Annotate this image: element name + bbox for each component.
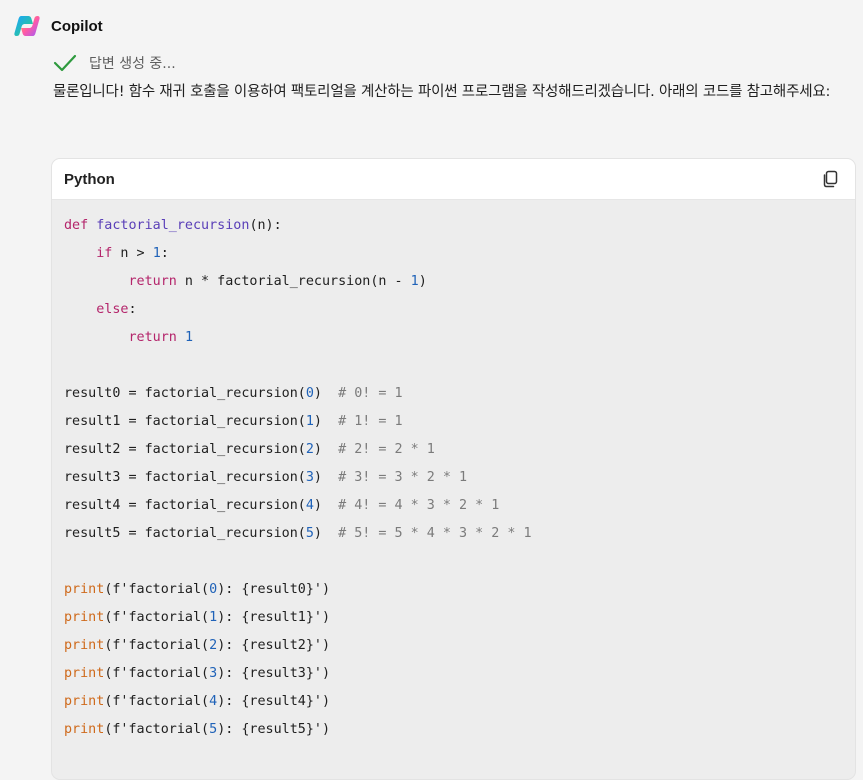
code-line: return n * factorial_recursion(n - 1) bbox=[128, 274, 427, 289]
code-line: if n > 1: bbox=[96, 246, 169, 261]
code-line: print(f'factorial(0): {result0}') bbox=[64, 582, 331, 597]
code-line: result3 = factorial_recursion(3) # 3! = … bbox=[64, 470, 468, 485]
code-line: print(f'factorial(3): {result3}') bbox=[64, 666, 331, 681]
code-block: Python def factorial_recursion(n): if n … bbox=[51, 158, 856, 780]
generation-status: 답변 생성 중... bbox=[53, 50, 176, 76]
status-text: 답변 생성 중... bbox=[89, 56, 176, 72]
code-line: print(f'factorial(5): {result5}') bbox=[64, 722, 331, 737]
copy-code-button[interactable] bbox=[819, 168, 841, 190]
code-line: print(f'factorial(2): {result2}') bbox=[64, 638, 331, 653]
code-line: print(f'factorial(4): {result4}') bbox=[64, 694, 331, 709]
code-line: result2 = factorial_recursion(2) # 2! = … bbox=[64, 442, 435, 457]
app-header: Copilot bbox=[14, 12, 103, 40]
check-icon bbox=[53, 53, 77, 73]
code-line: def factorial_recursion(n): bbox=[64, 218, 282, 233]
code-body: def factorial_recursion(n): if n > 1: re… bbox=[52, 200, 855, 744]
code-line: print(f'factorial(1): {result1}') bbox=[64, 610, 331, 625]
copilot-logo-icon bbox=[14, 13, 40, 39]
code-line: result0 = factorial_recursion(0) # 0! = … bbox=[64, 386, 403, 401]
code-line: result4 = factorial_recursion(4) # 4! = … bbox=[64, 498, 500, 513]
answer-text: 물론입니다! 함수 재귀 호출을 이용하여 팩토리얼을 계산하는 파이썬 프로그… bbox=[53, 84, 831, 100]
app-name: Copilot bbox=[51, 17, 103, 35]
code-line: result5 = factorial_recursion(5) # 5! = … bbox=[64, 526, 532, 541]
copy-icon bbox=[823, 170, 838, 188]
code-line: return 1 bbox=[128, 330, 194, 345]
code-block-header: Python bbox=[52, 159, 855, 200]
code-language-label: Python bbox=[64, 170, 115, 188]
code-line: result1 = factorial_recursion(1) # 1! = … bbox=[64, 414, 403, 429]
code-line: else: bbox=[96, 302, 137, 317]
